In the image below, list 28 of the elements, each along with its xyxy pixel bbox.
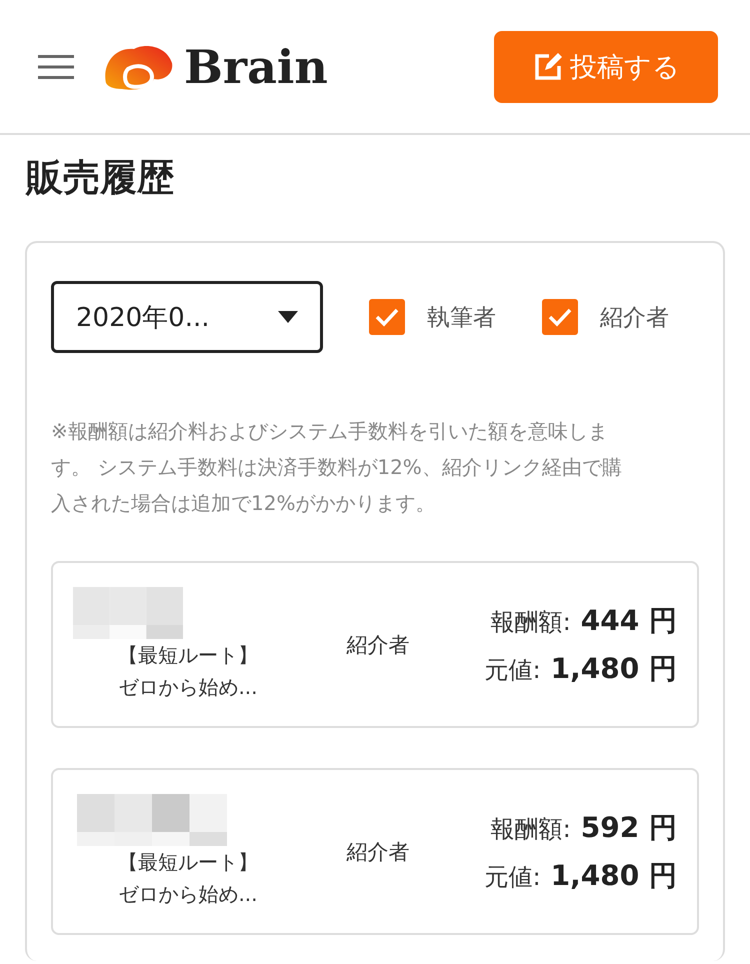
checkbox[interactable] (369, 299, 405, 335)
note-text: ※報酬額は紹介料およびシステム手数料を引いた額を意味します。 システム手数料は決済手数料が12%、紹介リンク経由で購入された場合は追加で12%がかかります。 (51, 418, 623, 517)
sale-item[interactable]: 【最短ルート】 ゼロから始め... 紹介者 報酬額: 592 円 元値: 1,480 円 (51, 768, 699, 935)
product-title: ゼロから始め... (117, 674, 259, 700)
month-select[interactable]: 2020年0... (51, 281, 323, 353)
checkbox-label: 紹介者 (600, 304, 669, 332)
logo-text: Brain (184, 40, 328, 94)
role-text: 紹介者 (346, 632, 410, 658)
role-text: 紹介者 (346, 838, 410, 866)
product-title: 【最短ルート】 (117, 848, 259, 876)
product-title: 【最短ルート】 (117, 642, 259, 668)
sale-item[interactable]: 【最短ルート】 ゼロから始め... 紹介者 報酬額: 444 円 元値: 1,480 円 (51, 561, 699, 728)
price-value: 1,480 円 (550, 650, 677, 686)
price-value: 1,480 円 (550, 858, 677, 894)
page-title: 販売履歴 (26, 155, 175, 201)
check-icon (548, 307, 572, 327)
reward-value: 444 円 (580, 602, 677, 638)
reward-label: 報酬額: (490, 814, 571, 844)
menu-icon[interactable] (38, 54, 74, 80)
checkbox-label: 執筆者 (427, 304, 496, 332)
caret-icon (278, 311, 298, 323)
price-label: 元値: (484, 862, 541, 892)
product-title: ゼロから始め... (117, 880, 259, 908)
reward-value: 592 円 (580, 810, 677, 846)
checkbox[interactable] (542, 299, 578, 335)
reward-label: 報酬額: (490, 606, 571, 638)
price-label: 元値: (484, 654, 541, 686)
check-icon (375, 307, 399, 327)
